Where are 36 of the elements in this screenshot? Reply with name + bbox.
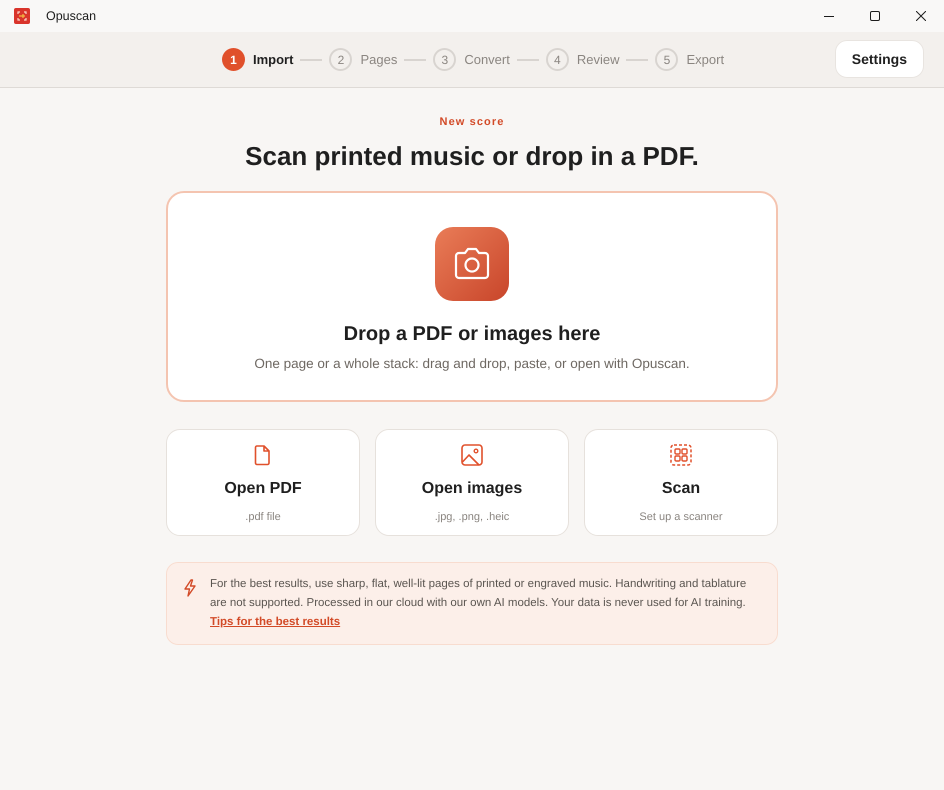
lightning-icon	[183, 578, 197, 596]
camera-icon	[435, 226, 509, 300]
option-subtitle: Set up a scanner	[639, 510, 723, 524]
step-label: Pages	[360, 50, 398, 69]
step-number: 2	[329, 48, 352, 71]
page-heading: Scan printed music or drop in a PDF.	[245, 140, 699, 172]
step-number: 3	[433, 48, 456, 71]
step-tab[interactable]: 1 Import	[222, 48, 294, 71]
image-icon	[461, 444, 483, 466]
option-card[interactable]: Open images .jpg, .png, .heic	[375, 428, 569, 536]
drop-zone-title: Drop a PDF or images here	[344, 322, 600, 346]
step-label: Import	[253, 50, 294, 69]
settings-button[interactable]: Settings	[834, 40, 924, 78]
tips-link[interactable]: Tips for the best results	[210, 616, 340, 628]
close-icon	[916, 11, 926, 21]
drop-zone[interactable]: Drop a PDF or images here One page or a whole stack: drag and drop, paste, or open with Opuscan.	[166, 190, 778, 402]
step-number: 1	[222, 48, 245, 71]
window-title: Opuscan	[46, 8, 96, 25]
notice-text: For the best results, use sharp, flat, well-lit pages of printed or engraved music. Handwriting and tablature are not supported. Processed in our cloud with our own AI models. Your data is never used for AI training. Tips for the best results	[210, 576, 748, 630]
app-logo-icon	[14, 8, 30, 24]
drop-zone-hint: One page or a whole stack: drag and drop, paste, or open with Opuscan.	[254, 354, 690, 373]
eyebrow-label: New score	[440, 115, 504, 130]
option-card[interactable]: Scan Set up a scanner	[584, 428, 778, 536]
step-label: Review	[576, 50, 620, 69]
scan-frame-icon	[670, 444, 692, 466]
step-label: Convert	[464, 50, 510, 69]
option-card[interactable]: Open PDF .pdf file	[166, 428, 360, 536]
step-number: 4	[546, 48, 569, 71]
step-label: Export	[686, 50, 724, 69]
option-subtitle: .jpg, .png, .heic	[434, 510, 510, 524]
maximize-icon	[870, 11, 880, 21]
option-title: Scan	[662, 478, 700, 498]
option-title: Open PDF	[224, 478, 302, 498]
option-title: Open images	[422, 478, 522, 498]
option-subtitle: .pdf file	[245, 510, 281, 524]
step-number: 5	[655, 48, 678, 71]
